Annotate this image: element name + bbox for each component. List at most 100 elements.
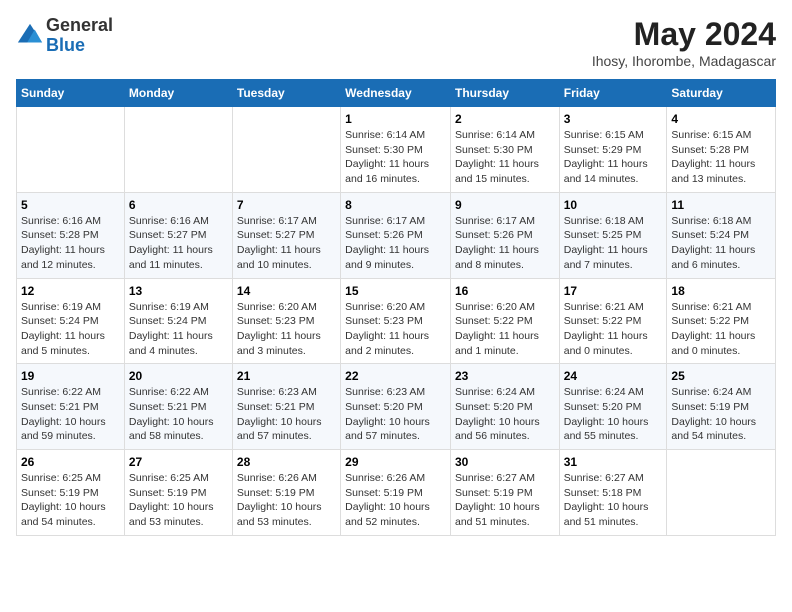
day-info: Sunrise: 6:17 AM Sunset: 5:26 PM Dayligh…	[345, 214, 446, 273]
day-info: Sunrise: 6:16 AM Sunset: 5:28 PM Dayligh…	[21, 214, 120, 273]
calendar-cell: 2 Sunrise: 6:14 AM Sunset: 5:30 PM Daylig…	[450, 107, 559, 193]
calendar-table: SundayMondayTuesdayWednesdayThursdayFrid…	[16, 79, 776, 536]
calendar-cell: 20 Sunrise: 6:22 AM Sunset: 5:21 PM Dayli…	[124, 364, 232, 450]
day-info: Sunrise: 6:17 AM Sunset: 5:26 PM Dayligh…	[455, 214, 555, 273]
calendar-cell	[232, 107, 340, 193]
calendar-cell: 23Sunrise: 6:24 AM Sunset: 5:20 PM Dayli…	[450, 364, 559, 450]
calendar-cell: 7 Sunrise: 6:17 AM Sunset: 5:27 PM Daylig…	[232, 192, 340, 278]
calendar-cell: 1Sunrise: 6:14 AM Sunset: 5:30 PM Daylig…	[341, 107, 451, 193]
weekday-header-thursday: Thursday	[450, 80, 559, 107]
logo-text: General Blue	[46, 16, 113, 56]
calendar-cell: 31 Sunrise: 6:27 AM Sunset: 5:18 PM Dayli…	[559, 450, 667, 536]
calendar-header: SundayMondayTuesdayWednesdayThursdayFrid…	[17, 80, 776, 107]
day-number: 14	[237, 284, 336, 298]
day-info: Sunrise: 6:19 AM Sunset: 5:24 PM Dayligh…	[21, 300, 120, 359]
calendar-cell	[17, 107, 125, 193]
calendar-week-1: 1Sunrise: 6:14 AM Sunset: 5:30 PM Daylig…	[17, 107, 776, 193]
day-number: 2	[455, 112, 555, 126]
calendar-cell: 16Sunrise: 6:20 AM Sunset: 5:22 PM Dayli…	[450, 278, 559, 364]
calendar-subtitle: Ihosy, Ihorombe, Madagascar	[592, 53, 776, 69]
day-info: Sunrise: 6:25 AM Sunset: 5:19 PM Dayligh…	[21, 471, 120, 530]
day-info: Sunrise: 6:20 AM Sunset: 5:23 PM Dayligh…	[237, 300, 336, 359]
day-info: Sunrise: 6:27 AM Sunset: 5:19 PM Dayligh…	[455, 471, 555, 530]
calendar-cell: 4Sunrise: 6:15 AM Sunset: 5:28 PM Daylig…	[667, 107, 776, 193]
day-info: Sunrise: 6:23 AM Sunset: 5:20 PM Dayligh…	[345, 385, 446, 444]
day-number: 6	[129, 198, 228, 212]
calendar-cell: 5 Sunrise: 6:16 AM Sunset: 5:28 PM Daylig…	[17, 192, 125, 278]
calendar-cell	[667, 450, 776, 536]
day-info: Sunrise: 6:22 AM Sunset: 5:21 PM Dayligh…	[21, 385, 120, 444]
calendar-week-3: 12 Sunrise: 6:19 AM Sunset: 5:24 PM Dayli…	[17, 278, 776, 364]
day-number: 7	[237, 198, 336, 212]
day-info: Sunrise: 6:23 AM Sunset: 5:21 PM Dayligh…	[237, 385, 336, 444]
weekday-header-friday: Friday	[559, 80, 667, 107]
weekday-header-wednesday: Wednesday	[341, 80, 451, 107]
day-info: Sunrise: 6:17 AM Sunset: 5:27 PM Dayligh…	[237, 214, 336, 273]
calendar-cell: 29Sunrise: 6:26 AM Sunset: 5:19 PM Dayli…	[341, 450, 451, 536]
calendar-cell: 28 Sunrise: 6:26 AM Sunset: 5:19 PM Dayli…	[232, 450, 340, 536]
weekday-header-monday: Monday	[124, 80, 232, 107]
day-number: 13	[129, 284, 228, 298]
calendar-week-2: 5 Sunrise: 6:16 AM Sunset: 5:28 PM Daylig…	[17, 192, 776, 278]
day-info: Sunrise: 6:18 AM Sunset: 5:25 PM Dayligh…	[564, 214, 663, 273]
day-info: Sunrise: 6:19 AM Sunset: 5:24 PM Dayligh…	[129, 300, 228, 359]
day-number: 12	[21, 284, 120, 298]
day-info: Sunrise: 6:20 AM Sunset: 5:22 PM Dayligh…	[455, 300, 555, 359]
day-number: 10	[564, 198, 663, 212]
day-info: Sunrise: 6:14 AM Sunset: 5:30 PM Dayligh…	[345, 128, 446, 187]
calendar-cell: 21Sunrise: 6:23 AM Sunset: 5:21 PM Dayli…	[232, 364, 340, 450]
day-info: Sunrise: 6:27 AM Sunset: 5:18 PM Dayligh…	[564, 471, 663, 530]
day-number: 9	[455, 198, 555, 212]
calendar-cell: 13 Sunrise: 6:19 AM Sunset: 5:24 PM Dayli…	[124, 278, 232, 364]
day-number: 24	[564, 369, 663, 383]
calendar-cell: 24Sunrise: 6:24 AM Sunset: 5:20 PM Dayli…	[559, 364, 667, 450]
day-number: 19	[21, 369, 120, 383]
day-number: 18	[671, 284, 771, 298]
weekday-header-sunday: Sunday	[17, 80, 125, 107]
day-info: Sunrise: 6:16 AM Sunset: 5:27 PM Dayligh…	[129, 214, 228, 273]
logo-blue: Blue	[46, 36, 113, 56]
day-number: 27	[129, 455, 228, 469]
day-number: 30	[455, 455, 555, 469]
day-info: Sunrise: 6:20 AM Sunset: 5:23 PM Dayligh…	[345, 300, 446, 359]
page-header: General Blue May 2024 Ihosy, Ihorombe, M…	[16, 16, 776, 69]
calendar-cell	[124, 107, 232, 193]
day-number: 20	[129, 369, 228, 383]
calendar-cell: 9 Sunrise: 6:17 AM Sunset: 5:26 PM Daylig…	[450, 192, 559, 278]
day-info: Sunrise: 6:22 AM Sunset: 5:21 PM Dayligh…	[129, 385, 228, 444]
calendar-cell: 12 Sunrise: 6:19 AM Sunset: 5:24 PM Dayli…	[17, 278, 125, 364]
day-number: 17	[564, 284, 663, 298]
logo-general: General	[46, 16, 113, 36]
calendar-cell: 22 Sunrise: 6:23 AM Sunset: 5:20 PM Dayli…	[341, 364, 451, 450]
day-info: Sunrise: 6:24 AM Sunset: 5:19 PM Dayligh…	[671, 385, 771, 444]
day-number: 3	[564, 112, 663, 126]
calendar-cell: 25 Sunrise: 6:24 AM Sunset: 5:19 PM Dayli…	[667, 364, 776, 450]
calendar-cell: 26Sunrise: 6:25 AM Sunset: 5:19 PM Dayli…	[17, 450, 125, 536]
day-info: Sunrise: 6:21 AM Sunset: 5:22 PM Dayligh…	[671, 300, 771, 359]
day-info: Sunrise: 6:26 AM Sunset: 5:19 PM Dayligh…	[237, 471, 336, 530]
day-info: Sunrise: 6:26 AM Sunset: 5:19 PM Dayligh…	[345, 471, 446, 530]
day-number: 4	[671, 112, 771, 126]
day-number: 25	[671, 369, 771, 383]
day-number: 31	[564, 455, 663, 469]
calendar-body: 1Sunrise: 6:14 AM Sunset: 5:30 PM Daylig…	[17, 107, 776, 536]
day-number: 28	[237, 455, 336, 469]
calendar-cell: 17Sunrise: 6:21 AM Sunset: 5:22 PM Dayli…	[559, 278, 667, 364]
day-number: 8	[345, 198, 446, 212]
title-block: May 2024 Ihosy, Ihorombe, Madagascar	[592, 16, 776, 69]
calendar-cell: 6 Sunrise: 6:16 AM Sunset: 5:27 PM Daylig…	[124, 192, 232, 278]
day-info: Sunrise: 6:15 AM Sunset: 5:29 PM Dayligh…	[564, 128, 663, 187]
calendar-week-5: 26Sunrise: 6:25 AM Sunset: 5:19 PM Dayli…	[17, 450, 776, 536]
calendar-cell: 30 Sunrise: 6:27 AM Sunset: 5:19 PM Dayli…	[450, 450, 559, 536]
day-number: 5	[21, 198, 120, 212]
logo: General Blue	[16, 16, 113, 56]
calendar-cell: 27Sunrise: 6:25 AM Sunset: 5:19 PM Dayli…	[124, 450, 232, 536]
weekday-header-row: SundayMondayTuesdayWednesdayThursdayFrid…	[17, 80, 776, 107]
logo-icon	[16, 22, 44, 50]
weekday-header-tuesday: Tuesday	[232, 80, 340, 107]
calendar-cell: 11Sunrise: 6:18 AM Sunset: 5:24 PM Dayli…	[667, 192, 776, 278]
day-info: Sunrise: 6:14 AM Sunset: 5:30 PM Dayligh…	[455, 128, 555, 187]
day-number: 22	[345, 369, 446, 383]
day-number: 15	[345, 284, 446, 298]
day-number: 23	[455, 369, 555, 383]
